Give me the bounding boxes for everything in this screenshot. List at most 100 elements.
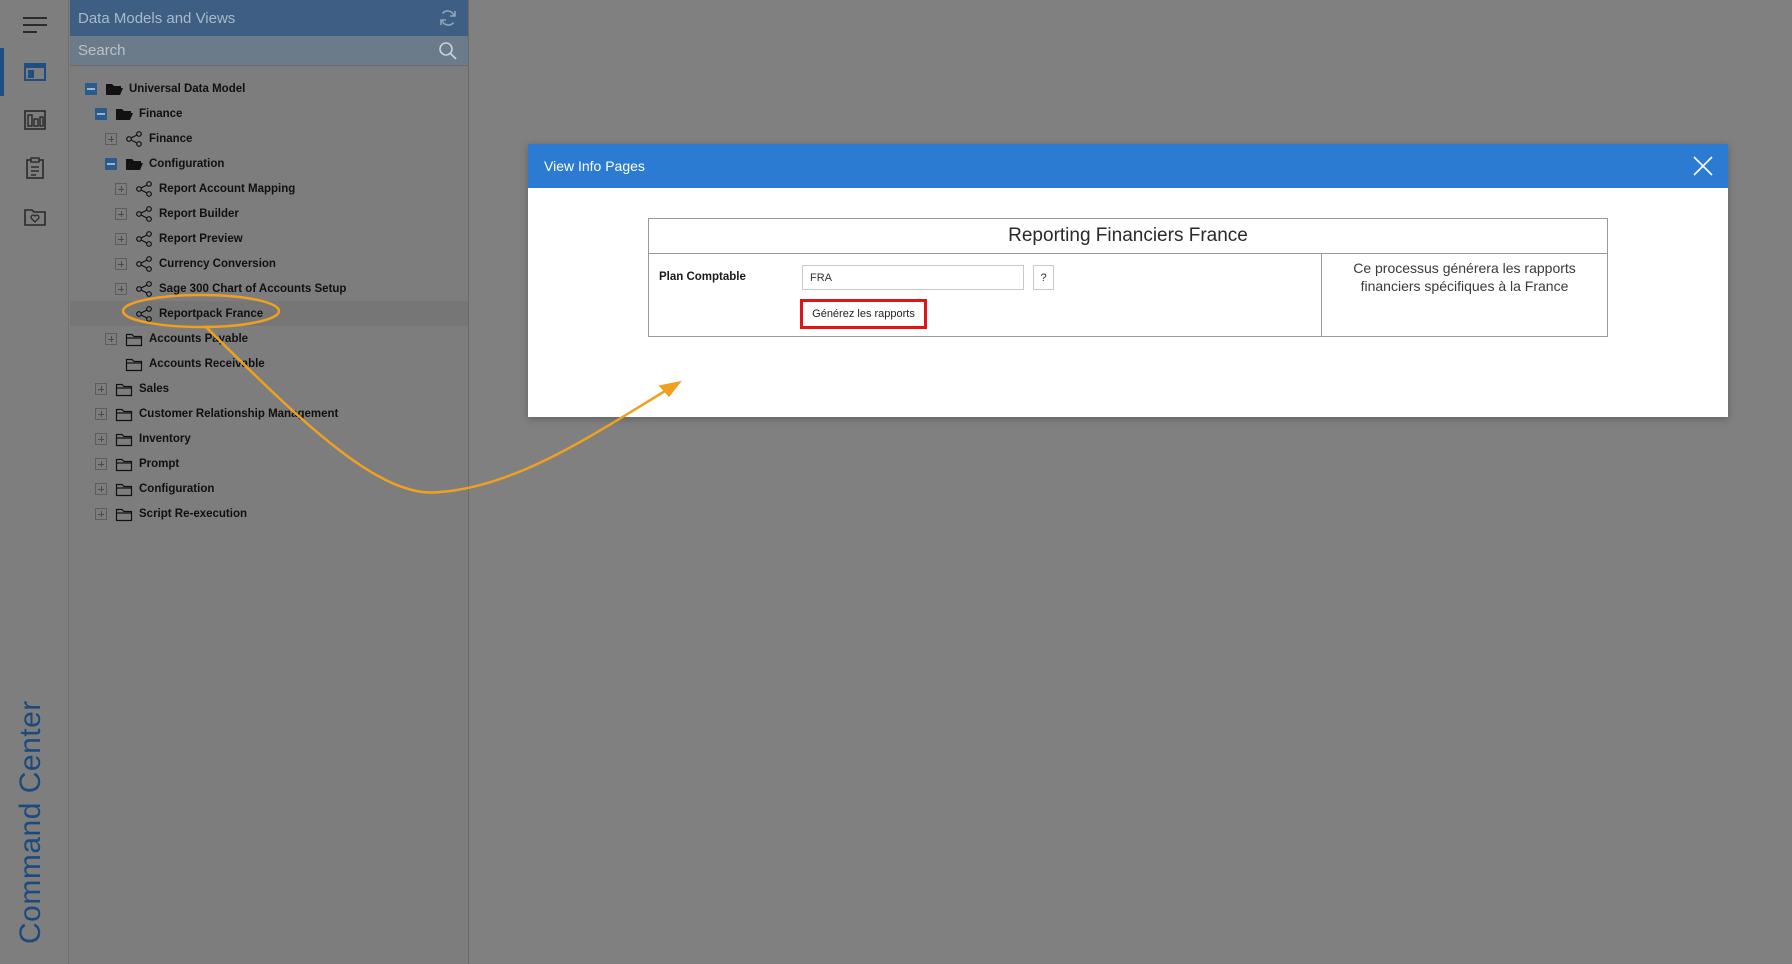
- tree-node[interactable]: Universal Data Model: [70, 76, 468, 101]
- tree-node-label: Finance: [149, 132, 193, 145]
- expand-toggle-icon[interactable]: [95, 407, 107, 420]
- view-share-icon: [136, 180, 152, 197]
- tree-node[interactable]: Script Re-execution: [70, 501, 468, 526]
- data-model-tree: Universal Data Model Finance Finance Config…: [70, 66, 468, 526]
- expand-toggle-icon[interactable]: [115, 282, 127, 295]
- collapse-toggle-icon[interactable]: [105, 157, 117, 170]
- description-cell: Ce processus générera les rapports finan…: [1353, 260, 1576, 294]
- expand-toggle-icon[interactable]: [105, 332, 117, 345]
- tree-node-label: Accounts Payable: [149, 332, 249, 345]
- favorites-folder-icon: [23, 209, 46, 226]
- refresh-icon[interactable]: [438, 8, 458, 28]
- tree-node[interactable]: Finance: [70, 126, 468, 151]
- info-page-title: Reporting Financiers France: [649, 219, 1607, 254]
- folder-icon: [115, 433, 133, 446]
- expand-toggle-icon[interactable]: [115, 232, 127, 245]
- tree-node-label: Sage 300 Chart of Accounts Setup: [159, 282, 347, 295]
- tree-node[interactable]: Configuration: [70, 476, 468, 501]
- toggle-spacer: [105, 358, 117, 370]
- folder-open-icon: [126, 158, 143, 170]
- menu-button[interactable]: [0, 0, 69, 48]
- tree-node[interactable]: Configuration: [70, 151, 468, 176]
- tree-node[interactable]: Accounts Payable: [70, 326, 468, 351]
- search-bar: [70, 36, 468, 66]
- folder-icon: [115, 383, 133, 396]
- tree-node[interactable]: Prompt: [70, 451, 468, 476]
- panel-title: Data Models and Views: [78, 9, 236, 27]
- app-title: Command Center: [14, 700, 47, 944]
- collapse-toggle-icon[interactable]: [95, 107, 107, 120]
- view-share-icon: [126, 130, 142, 147]
- reports-button[interactable]: [0, 144, 69, 192]
- view-share-icon: [136, 305, 152, 322]
- tree-node-label: Reportpack France: [159, 307, 264, 320]
- close-icon: [1693, 156, 1713, 176]
- tree-node[interactable]: Currency Conversion: [70, 251, 468, 276]
- parameters-cell: Plan Comptable ? Générez les rapports: [649, 254, 1322, 336]
- tree-node-label: Script Re-execution: [139, 507, 247, 520]
- expand-toggle-icon[interactable]: [105, 132, 117, 145]
- view-share-icon: [136, 205, 152, 222]
- tree-node-label: Prompt: [139, 457, 180, 470]
- dashboard-icon: [23, 110, 46, 130]
- tree-node-label: Configuration: [149, 157, 225, 170]
- tree-node-label: Customer Relationship Management: [139, 407, 339, 420]
- tree-node[interactable]: Sage 300 Chart of Accounts Setup: [70, 276, 468, 301]
- tree-node-label: Report Preview: [159, 232, 243, 245]
- plan-comptable-label: Plan Comptable: [659, 271, 746, 283]
- dialog-title: View Info Pages: [544, 158, 645, 174]
- icon-rail: Command Center: [0, 0, 69, 964]
- menu-icon: [22, 17, 47, 33]
- tree-node[interactable]: Report Preview: [70, 226, 468, 251]
- expand-toggle-icon[interactable]: [115, 207, 127, 220]
- folder-icon: [115, 458, 133, 471]
- search-icon[interactable]: [438, 41, 458, 61]
- view-info-pages-dialog: View Info Pages Reporting Financiers Fra…: [528, 144, 1728, 417]
- plan-comptable-input[interactable]: [802, 265, 1024, 290]
- data-models-panel: Data Models and Views Universal Data Mod…: [70, 0, 469, 964]
- folder-open-icon: [106, 83, 123, 95]
- tree-node[interactable]: Customer Relationship Management: [70, 401, 468, 426]
- data-models-button[interactable]: [0, 48, 69, 96]
- tree-node-label: Report Account Mapping: [159, 182, 296, 195]
- view-share-icon: [136, 280, 152, 297]
- view-share-icon: [136, 230, 152, 247]
- info-page-table: Reporting Financiers France Plan Comptab…: [648, 218, 1608, 337]
- dialog-header: View Info Pages: [528, 144, 1728, 188]
- tree-node-label: Report Builder: [159, 207, 239, 220]
- expand-toggle-icon[interactable]: [95, 382, 107, 395]
- close-button[interactable]: [1692, 155, 1714, 177]
- tree-node[interactable]: Report Account Mapping: [70, 176, 468, 201]
- folder-icon: [115, 483, 133, 496]
- dashboard-button[interactable]: [0, 96, 69, 144]
- tree-node[interactable]: Sales: [70, 376, 468, 401]
- expand-toggle-icon[interactable]: [95, 457, 107, 470]
- tree-node[interactable]: Accounts Receivable: [70, 351, 468, 376]
- search-input[interactable]: [78, 42, 408, 59]
- tree-node-label: Currency Conversion: [159, 257, 276, 270]
- tree-node-label: Inventory: [139, 432, 191, 445]
- folder-icon: [115, 508, 133, 521]
- expand-toggle-icon[interactable]: [95, 482, 107, 495]
- expand-toggle-icon[interactable]: [115, 257, 127, 270]
- favorites-button[interactable]: [0, 192, 69, 240]
- help-button[interactable]: ?: [1033, 265, 1054, 290]
- info-page-body: Plan Comptable ? Générez les rapports Ce…: [649, 254, 1607, 336]
- tree-node[interactable]: Report Builder: [70, 201, 468, 226]
- generate-reports-button[interactable]: Générez les rapports: [800, 299, 927, 329]
- expand-toggle-icon[interactable]: [95, 507, 107, 520]
- tree-node[interactable]: Reportpack France: [70, 301, 468, 326]
- tree-node-label: Sales: [139, 382, 170, 395]
- tree-node[interactable]: Finance: [70, 101, 468, 126]
- folder-icon: [125, 333, 143, 346]
- expand-toggle-icon[interactable]: [115, 182, 127, 195]
- collapse-toggle-icon[interactable]: [85, 82, 97, 95]
- clipboard-icon: [25, 157, 44, 179]
- tree-node-label: Universal Data Model: [129, 82, 246, 95]
- folder-icon: [125, 358, 143, 371]
- expand-toggle-icon[interactable]: [95, 432, 107, 445]
- folder-open-icon: [116, 108, 133, 120]
- tree-node[interactable]: Inventory: [70, 426, 468, 451]
- tree-node-label: Accounts Receivable: [149, 357, 265, 370]
- tree-node-label: Configuration: [139, 482, 215, 495]
